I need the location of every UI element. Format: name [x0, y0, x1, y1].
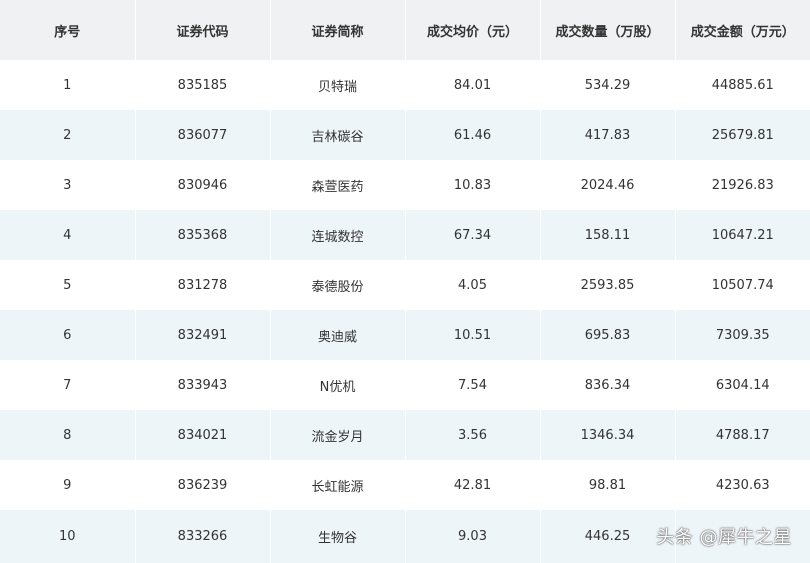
cell-amount: 21926.83: [675, 160, 810, 210]
cell-amount: 6304.14: [675, 360, 810, 410]
cell-code: 833266: [135, 510, 271, 563]
cell-avg-price: 10.83: [405, 160, 541, 210]
cell-amount: 44885.61: [675, 60, 810, 110]
cell-volume: 695.83: [540, 310, 676, 360]
cell-code: 830946: [135, 160, 271, 210]
cell-amount: 10507.74: [675, 260, 810, 310]
header-name: 证券简称: [270, 0, 406, 60]
cell-amount: 25679.81: [675, 110, 810, 160]
cell-avg-price: 9.03: [405, 510, 541, 563]
cell-amount: 4788.17: [675, 410, 810, 460]
cell-index: 2: [0, 110, 136, 160]
cell-avg-price: 7.54: [405, 360, 541, 410]
cell-code: 836077: [135, 110, 271, 160]
cell-index: 3: [0, 160, 136, 210]
cell-volume: 1346.34: [540, 410, 676, 460]
cell-avg-price: 84.01: [405, 60, 541, 110]
cell-index: 9: [0, 460, 136, 510]
cell-avg-price: 10.51: [405, 310, 541, 360]
cell-code: 832491: [135, 310, 271, 360]
cell-index: 7: [0, 360, 136, 410]
header-avg-price: 成交均价（元）: [405, 0, 541, 60]
cell-name: 流金岁月: [270, 410, 406, 460]
cell-avg-price: 42.81: [405, 460, 541, 510]
header-code: 证券代码: [135, 0, 271, 60]
page: 序号 证券代码 证券简称 成交均价（元） 成交数量（万股） 成交金额（万元） 1…: [0, 0, 810, 563]
cell-index: 4: [0, 210, 136, 260]
table-row: 3 830946 森萱医药 10.83 2024.46 21926.83: [0, 160, 810, 210]
header-row: 序号 证券代码 证券简称 成交均价（元） 成交数量（万股） 成交金额（万元）: [0, 0, 810, 60]
cell-amount: 4230.63: [675, 460, 810, 510]
cell-volume: 534.29: [540, 60, 676, 110]
cell-volume: 2024.46: [540, 160, 676, 210]
cell-code: 835368: [135, 210, 271, 260]
header-index: 序号: [0, 0, 136, 60]
cell-name: 生物谷: [270, 510, 406, 563]
table-row: 2 836077 吉林碳谷 61.46 417.83 25679.81: [0, 110, 810, 160]
cell-code: 836239: [135, 460, 271, 510]
cell-index: 5: [0, 260, 136, 310]
cell-name: 吉林碳谷: [270, 110, 406, 160]
table-row: 8 834021 流金岁月 3.56 1346.34 4788.17: [0, 410, 810, 460]
cell-volume: 2593.85: [540, 260, 676, 310]
cell-amount: 7309.35: [675, 310, 810, 360]
cell-avg-price: 67.34: [405, 210, 541, 260]
cell-name: N优机: [270, 360, 406, 410]
cell-name: 森萱医药: [270, 160, 406, 210]
cell-index: 1: [0, 60, 136, 110]
table-row: 9 836239 长虹能源 42.81 98.81 4230.63: [0, 460, 810, 510]
table-row: 6 832491 奥迪威 10.51 695.83 7309.35: [0, 310, 810, 360]
cell-index: 6: [0, 310, 136, 360]
header-amount: 成交金额（万元）: [675, 0, 810, 60]
table-row: 1 835185 贝特瑞 84.01 534.29 44885.61: [0, 60, 810, 110]
table-row: 5 831278 泰德股份 4.05 2593.85 10507.74: [0, 260, 810, 310]
header-volume: 成交数量（万股）: [540, 0, 676, 60]
cell-index: 8: [0, 410, 136, 460]
cell-code: 833943: [135, 360, 271, 410]
cell-name: 长虹能源: [270, 460, 406, 510]
cell-volume: 158.11: [540, 210, 676, 260]
cell-avg-price: 61.46: [405, 110, 541, 160]
cell-code: 835185: [135, 60, 271, 110]
cell-amount: 10647.21: [675, 210, 810, 260]
cell-volume: 836.34: [540, 360, 676, 410]
cell-name: 奥迪威: [270, 310, 406, 360]
cell-code: 831278: [135, 260, 271, 310]
table-row: 7 833943 N优机 7.54 836.34 6304.14: [0, 360, 810, 410]
cell-index: 10: [0, 510, 136, 563]
cell-name: 贝特瑞: [270, 60, 406, 110]
cell-avg-price: 3.56: [405, 410, 541, 460]
cell-avg-price: 4.05: [405, 260, 541, 310]
cell-volume: 446.25: [540, 510, 676, 563]
table-row: 4 835368 连城数控 67.34 158.11 10647.21: [0, 210, 810, 260]
cell-volume: 417.83: [540, 110, 676, 160]
trading-table: 序号 证券代码 证券简称 成交均价（元） 成交数量（万股） 成交金额（万元） 1…: [0, 0, 810, 563]
cell-volume: 98.81: [540, 460, 676, 510]
watermark-text: 头条 @犀牛之星: [656, 527, 792, 548]
cell-code: 834021: [135, 410, 271, 460]
cell-name: 泰德股份: [270, 260, 406, 310]
table-header: 序号 证券代码 证券简称 成交均价（元） 成交数量（万股） 成交金额（万元）: [0, 0, 810, 60]
table-body: 1 835185 贝特瑞 84.01 534.29 44885.61 2 836077 吉林碳谷…: [0, 60, 810, 563]
cell-name: 连城数控: [270, 210, 406, 260]
